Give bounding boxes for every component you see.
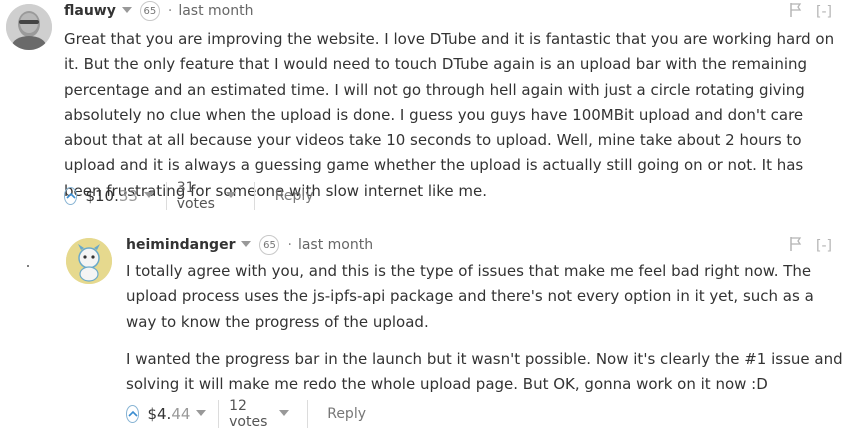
- comment-body: Great that you are improving the website…: [64, 27, 844, 204]
- avatar[interactable]: [66, 238, 112, 284]
- reputation-badge: 65: [259, 235, 280, 255]
- caret-down-icon[interactable]: [196, 410, 207, 416]
- separator: ·: [287, 237, 292, 253]
- avatar[interactable]: [6, 4, 52, 50]
- payout-amount[interactable]: $4.44: [147, 405, 190, 423]
- reply-button[interactable]: Reply: [327, 406, 366, 422]
- collapse-toggle[interactable]: [-]: [816, 4, 832, 20]
- flag-icon[interactable]: [790, 3, 802, 21]
- comment-author[interactable]: heimindanger: [126, 237, 235, 253]
- upvote-icon[interactable]: [126, 405, 140, 423]
- divider: [254, 182, 255, 210]
- comment-paragraph: I wanted the progress bar in the launch …: [126, 349, 843, 394]
- flag-icon[interactable]: [790, 237, 802, 255]
- stray-dot: [27, 265, 29, 267]
- comment-footer: $10.33 31 votes Reply: [64, 180, 314, 212]
- caret-down-icon[interactable]: [143, 192, 154, 198]
- comment-author[interactable]: flauwy: [64, 3, 116, 19]
- payout-main: $10.: [85, 187, 119, 205]
- divider: [165, 182, 167, 210]
- payout-cents: 44: [171, 405, 191, 423]
- divider: [306, 400, 308, 428]
- comment-body: I totally agree with you, and this is th…: [126, 259, 846, 397]
- upvote-icon[interactable]: [64, 187, 78, 205]
- timestamp[interactable]: last month: [298, 237, 373, 253]
- payout-main: $4.: [147, 405, 172, 423]
- separator: ·: [167, 3, 173, 19]
- comment-footer: $4.44 12 votes Reply: [126, 398, 366, 430]
- reply-button[interactable]: Reply: [275, 188, 314, 204]
- comment-paragraph: I totally agree with you, and this is th…: [126, 262, 814, 331]
- timestamp[interactable]: last month: [178, 3, 253, 19]
- votes-count[interactable]: 12 votes: [229, 398, 272, 430]
- votes-count[interactable]: 31 votes: [177, 180, 220, 212]
- caret-down-icon[interactable]: [226, 192, 237, 198]
- caret-down-icon[interactable]: [121, 7, 132, 13]
- reputation-badge: 65: [139, 1, 160, 21]
- payout-cents: 33: [118, 187, 138, 205]
- caret-down-icon[interactable]: [278, 410, 289, 416]
- divider: [218, 400, 220, 428]
- collapse-toggle[interactable]: [-]: [816, 238, 832, 254]
- comment-paragraph: Great that you are improving the website…: [64, 30, 835, 200]
- payout-amount[interactable]: $10.33: [85, 187, 138, 205]
- caret-down-icon[interactable]: [241, 241, 252, 247]
